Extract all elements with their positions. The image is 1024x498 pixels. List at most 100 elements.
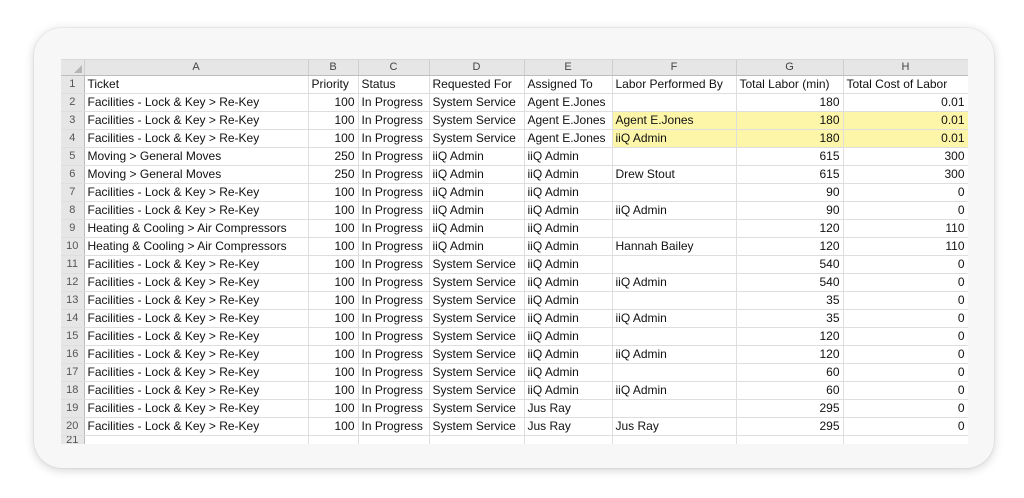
total-cost-cell[interactable]: 110 xyxy=(843,219,968,238)
empty-cell[interactable] xyxy=(524,435,613,444)
status-cell[interactable]: In Progress xyxy=(358,183,430,202)
ticket-cell[interactable]: Facilities - Lock & Key > Re-Key xyxy=(84,327,309,346)
status-cell[interactable]: In Progress xyxy=(358,147,430,166)
total-labor-cell[interactable]: 35 xyxy=(736,291,844,310)
labor-performed-by-cell[interactable]: iiQ Admin xyxy=(612,129,737,148)
row-number[interactable]: 5 xyxy=(61,147,85,166)
ticket-cell[interactable]: Facilities - Lock & Key > Re-Key xyxy=(84,309,309,328)
requested-for-cell[interactable]: System Service xyxy=(429,93,525,112)
total-labor-cell[interactable]: 90 xyxy=(736,201,844,220)
empty-cell[interactable] xyxy=(736,435,844,444)
total-cost-cell[interactable]: 0 xyxy=(843,201,968,220)
assigned-to-cell[interactable]: Jus Ray xyxy=(524,417,613,436)
requested-for-cell[interactable]: System Service xyxy=(429,399,525,418)
total-labor-cell[interactable]: 120 xyxy=(736,237,844,256)
priority-cell[interactable]: 100 xyxy=(308,201,359,220)
labor-performed-by-cell[interactable]: Agent E.Jones xyxy=(612,111,737,130)
requested-for-cell[interactable]: iiQ Admin xyxy=(429,147,525,166)
priority-cell[interactable]: 100 xyxy=(308,219,359,238)
status-cell[interactable]: In Progress xyxy=(358,309,430,328)
status-cell[interactable]: In Progress xyxy=(358,129,430,148)
row-number[interactable]: 16 xyxy=(61,345,85,364)
assigned-to-cell[interactable]: iiQ Admin xyxy=(524,165,613,184)
requested-for-cell[interactable]: System Service xyxy=(429,381,525,400)
column-header-c[interactable]: C xyxy=(358,60,430,76)
labor-performed-by-cell[interactable] xyxy=(612,219,737,238)
row-number[interactable]: 3 xyxy=(61,111,85,130)
priority-cell[interactable]: 100 xyxy=(308,399,359,418)
total-cost-cell[interactable]: 0 xyxy=(843,291,968,310)
total-cost-cell[interactable]: 0.01 xyxy=(843,93,968,112)
status-cell[interactable]: In Progress xyxy=(358,291,430,310)
total-cost-cell[interactable]: 0 xyxy=(843,255,968,274)
requested-for-cell[interactable]: System Service xyxy=(429,273,525,292)
priority-cell[interactable]: 100 xyxy=(308,183,359,202)
requested-for-cell[interactable]: System Service xyxy=(429,255,525,274)
status-cell[interactable]: In Progress xyxy=(358,165,430,184)
status-cell[interactable]: In Progress xyxy=(358,327,430,346)
assigned-to-cell[interactable]: Agent E.Jones xyxy=(524,93,613,112)
assigned-to-cell[interactable]: iiQ Admin xyxy=(524,345,613,364)
empty-cell[interactable] xyxy=(429,435,525,444)
row-number[interactable]: 7 xyxy=(61,183,85,202)
header-cell-total-labor[interactable]: Total Labor (min) xyxy=(736,75,844,94)
total-cost-cell[interactable]: 110 xyxy=(843,237,968,256)
requested-for-cell[interactable]: iiQ Admin xyxy=(429,165,525,184)
row-number[interactable]: 4 xyxy=(61,129,85,148)
requested-for-cell[interactable]: iiQ Admin xyxy=(429,201,525,220)
assigned-to-cell[interactable]: iiQ Admin xyxy=(524,201,613,220)
total-labor-cell[interactable]: 540 xyxy=(736,255,844,274)
ticket-cell[interactable]: Facilities - Lock & Key > Re-Key xyxy=(84,399,309,418)
labor-performed-by-cell[interactable] xyxy=(612,147,737,166)
priority-cell[interactable]: 100 xyxy=(308,309,359,328)
row-number[interactable]: 13 xyxy=(61,291,85,310)
ticket-cell[interactable]: Facilities - Lock & Key > Re-Key xyxy=(84,129,309,148)
labor-performed-by-cell[interactable] xyxy=(612,183,737,202)
labor-performed-by-cell[interactable] xyxy=(612,93,737,112)
priority-cell[interactable]: 100 xyxy=(308,381,359,400)
requested-for-cell[interactable]: System Service xyxy=(429,309,525,328)
assigned-to-cell[interactable]: iiQ Admin xyxy=(524,363,613,382)
row-number[interactable]: 12 xyxy=(61,273,85,292)
status-cell[interactable]: In Progress xyxy=(358,255,430,274)
column-header-h[interactable]: H xyxy=(843,60,968,76)
row-number[interactable]: 15 xyxy=(61,327,85,346)
status-cell[interactable]: In Progress xyxy=(358,111,430,130)
priority-cell[interactable]: 100 xyxy=(308,93,359,112)
row-number[interactable]: 6 xyxy=(61,165,85,184)
row-number[interactable]: 10 xyxy=(61,237,85,256)
labor-performed-by-cell[interactable] xyxy=(612,291,737,310)
status-cell[interactable]: In Progress xyxy=(358,201,430,220)
requested-for-cell[interactable]: System Service xyxy=(429,291,525,310)
labor-performed-by-cell[interactable]: Jus Ray xyxy=(612,417,737,436)
ticket-cell[interactable]: Facilities - Lock & Key > Re-Key xyxy=(84,183,309,202)
ticket-cell[interactable]: Moving > General Moves xyxy=(84,147,309,166)
total-labor-cell[interactable]: 120 xyxy=(736,345,844,364)
assigned-to-cell[interactable]: iiQ Admin xyxy=(524,309,613,328)
row-number[interactable]: 1 xyxy=(61,75,85,94)
header-cell-assigned-to[interactable]: Assigned To xyxy=(524,75,613,94)
total-cost-cell[interactable]: 300 xyxy=(843,165,968,184)
total-cost-cell[interactable]: 0.01 xyxy=(843,111,968,130)
ticket-cell[interactable]: Heating & Cooling > Air Compressors xyxy=(84,219,309,238)
row-number[interactable]: 18 xyxy=(61,381,85,400)
requested-for-cell[interactable]: System Service xyxy=(429,345,525,364)
ticket-cell[interactable]: Facilities - Lock & Key > Re-Key xyxy=(84,291,309,310)
labor-performed-by-cell[interactable] xyxy=(612,327,737,346)
total-cost-cell[interactable]: 0 xyxy=(843,417,968,436)
status-cell[interactable]: In Progress xyxy=(358,273,430,292)
priority-cell[interactable]: 100 xyxy=(308,129,359,148)
row-number[interactable]: 21 xyxy=(61,435,85,444)
labor-performed-by-cell[interactable]: iiQ Admin xyxy=(612,345,737,364)
requested-for-cell[interactable]: System Service xyxy=(429,111,525,130)
status-cell[interactable]: In Progress xyxy=(358,237,430,256)
status-cell[interactable]: In Progress xyxy=(358,399,430,418)
ticket-cell[interactable]: Heating & Cooling > Air Compressors xyxy=(84,237,309,256)
empty-cell[interactable] xyxy=(358,435,430,444)
priority-cell[interactable]: 100 xyxy=(308,363,359,382)
requested-for-cell[interactable]: System Service xyxy=(429,363,525,382)
labor-performed-by-cell[interactable]: Drew Stout xyxy=(612,165,737,184)
total-labor-cell[interactable]: 120 xyxy=(736,219,844,238)
ticket-cell[interactable]: Facilities - Lock & Key > Re-Key xyxy=(84,363,309,382)
total-cost-cell[interactable]: 0 xyxy=(843,183,968,202)
